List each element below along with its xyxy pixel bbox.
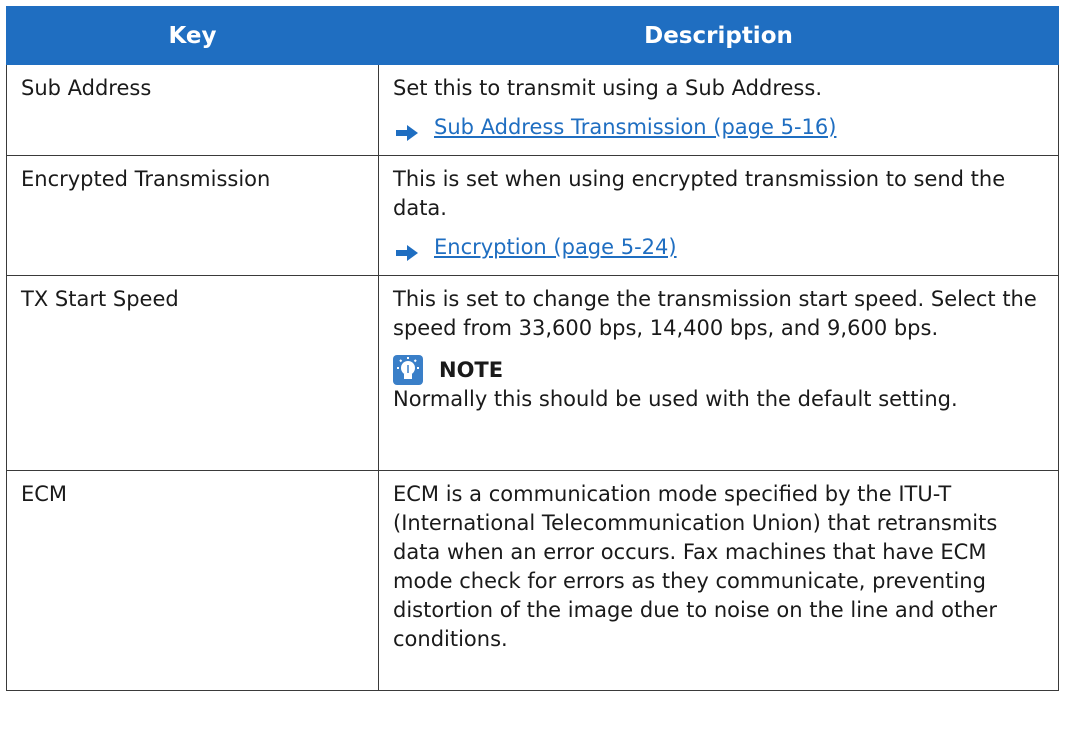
row-description: Set this to transmit using a Sub Address… bbox=[378, 64, 1059, 156]
row-key: Sub Address bbox=[6, 64, 379, 156]
table-row: ECM ECM is a communication mode specifie… bbox=[6, 470, 1059, 691]
note-text: Normally this should be used with the de… bbox=[393, 387, 958, 411]
row-description: This is set to change the transmission s… bbox=[378, 275, 1059, 471]
table-row: TX Start Speed This is set to change the… bbox=[6, 275, 1059, 471]
encryption-link[interactable]: Encryption (page 5-24) bbox=[434, 233, 677, 262]
header-description: Description bbox=[378, 6, 1059, 65]
reference: Sub Address Transmission (page 5-16) bbox=[393, 113, 1044, 142]
row-key: TX Start Speed bbox=[6, 275, 379, 471]
row-key: Encrypted Transmission bbox=[6, 155, 379, 276]
note-lightbulb-icon bbox=[393, 355, 423, 385]
note-title: NOTE bbox=[439, 357, 504, 382]
row-key: ECM bbox=[6, 470, 379, 691]
row-description: ECM is a communication mode specified by… bbox=[378, 470, 1059, 691]
header-key: Key bbox=[6, 6, 379, 65]
description-text: This is set to change the transmission s… bbox=[393, 287, 1037, 340]
description-text: Set this to transmit using a Sub Address… bbox=[393, 76, 822, 100]
table-row: Sub Address Set this to transmit using a… bbox=[6, 64, 1059, 156]
reference: Encryption (page 5-24) bbox=[393, 233, 1044, 262]
table-header-row: Key Description bbox=[6, 6, 1059, 65]
arrow-right-icon bbox=[396, 240, 418, 261]
description-text: This is set when using encrypted transmi… bbox=[393, 167, 1006, 220]
description-text: ECM is a communication mode specified by… bbox=[393, 482, 998, 651]
row-description: This is set when using encrypted transmi… bbox=[378, 155, 1059, 276]
sub-address-transmission-link[interactable]: Sub Address Transmission (page 5-16) bbox=[434, 113, 836, 142]
note-header: NOTE bbox=[393, 355, 1044, 385]
settings-table: Key Description Sub Address Set this to … bbox=[6, 6, 1059, 691]
table-row: Encrypted Transmission This is set when … bbox=[6, 155, 1059, 276]
arrow-right-icon bbox=[396, 120, 418, 141]
